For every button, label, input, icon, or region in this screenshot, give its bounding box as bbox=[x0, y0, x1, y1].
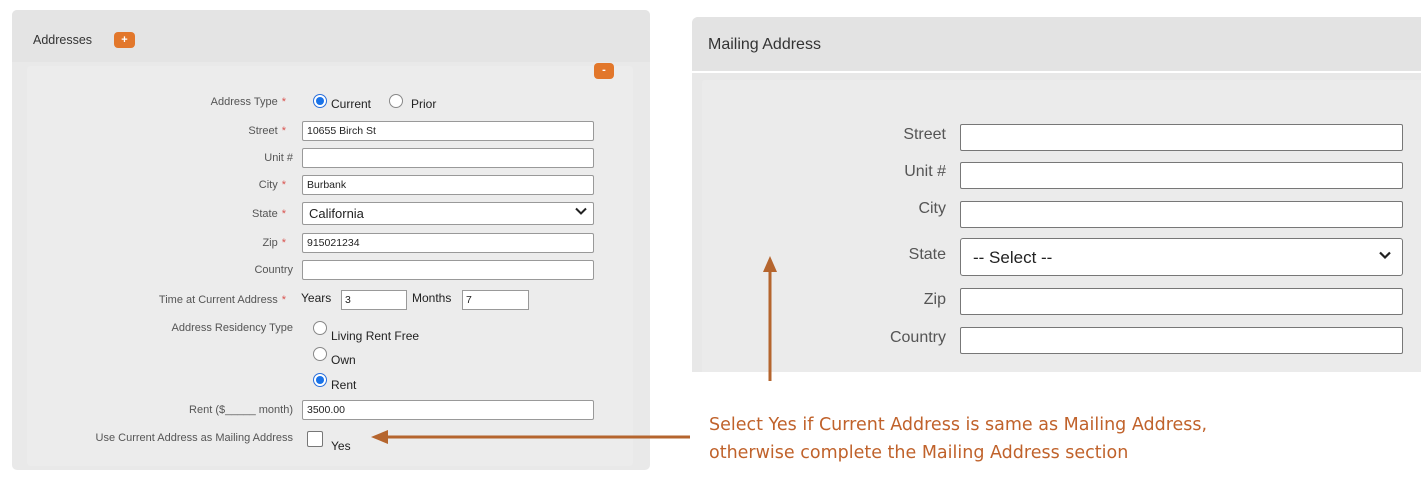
up-arrow-head bbox=[763, 256, 777, 272]
annotation-line-2: otherwise complete the Mailing Address s… bbox=[709, 443, 1129, 463]
annotation-line-1: Select Yes if Current Address is same as… bbox=[709, 415, 1208, 435]
annotation-note: Select Yes if Current Address is same as… bbox=[709, 411, 1207, 467]
annotation-arrows bbox=[371, 256, 777, 444]
left-arrow-head bbox=[371, 430, 388, 444]
